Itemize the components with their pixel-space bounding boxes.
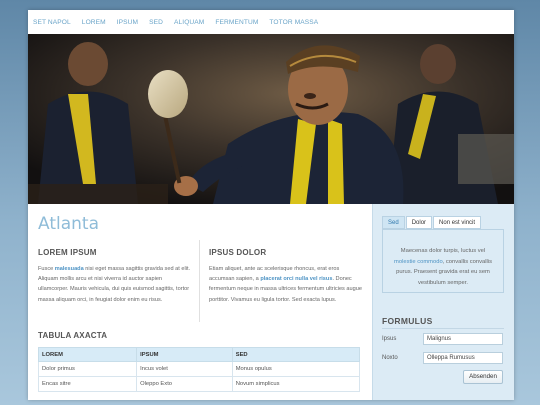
divider bbox=[382, 328, 504, 329]
column-heading-ipsus-dolor: IPSUS DOLOR bbox=[209, 248, 267, 257]
table-heading: TABULA AXACTA bbox=[38, 331, 108, 340]
table-cell: Encas sitre bbox=[37, 376, 138, 392]
tab-non-est-vincit[interactable]: Non est vincit bbox=[433, 216, 482, 229]
content-area: Atlanta LOREM IPSUM Fusce malesuada nisi… bbox=[28, 204, 514, 400]
table-cell: Dolor primus bbox=[37, 361, 138, 377]
link-molestie-commodo[interactable]: molestie commodo bbox=[394, 259, 443, 265]
nav-item-ipsum[interactable]: IPSUM bbox=[117, 19, 138, 26]
link-malesuada[interactable]: malesuada bbox=[55, 266, 84, 272]
nav-item-sed[interactable]: SED bbox=[149, 19, 163, 26]
table-cell: Monus opulus bbox=[231, 361, 361, 377]
column-heading-lorem-ipsum: LOREM IPSUM bbox=[38, 248, 97, 257]
table-header-row: LOREM IPSUM SED bbox=[37, 347, 361, 362]
hero-photo-musician bbox=[28, 34, 514, 204]
tab-bar: Sed Dolor Non est vincit bbox=[382, 216, 482, 229]
text-segment: Maecenas dolor turpis, luctus vel bbox=[400, 248, 486, 254]
table-header-cell: IPSUM bbox=[136, 347, 233, 362]
table-cell: Novum simplicus bbox=[231, 376, 361, 392]
table-row: Dolor primus Incus volet Monus opulus bbox=[37, 361, 361, 377]
field-label-noxto: Noxto bbox=[382, 355, 398, 361]
nav-item-totor-massa[interactable]: TOTOR MASSA bbox=[269, 19, 318, 26]
column-text-ipsus-dolor: Etiam aliquet, ante ac scelerisque rhonc… bbox=[209, 264, 362, 305]
nav-item-set-napol[interactable]: SET NAPOL bbox=[33, 19, 71, 26]
ipsus-input[interactable]: Malignus bbox=[423, 333, 503, 345]
main-column: Atlanta LOREM IPSUM Fusce malesuada nisi… bbox=[28, 204, 372, 400]
data-table: LOREM IPSUM SED Dolor primus Incus volet… bbox=[37, 347, 361, 392]
tab-dolor[interactable]: Dolor bbox=[405, 216, 433, 229]
table-header-cell: LOREM bbox=[37, 347, 138, 362]
table-cell: Incus volet bbox=[136, 361, 233, 377]
link-placerat[interactable]: placerat orci nulla vel risus bbox=[260, 276, 332, 282]
tab-sed[interactable]: Sed bbox=[382, 216, 405, 229]
table-cell: Oleppo Exto bbox=[136, 376, 233, 392]
top-navigation: SET NAPOL LOREM IPSUM SED ALIQUAM FERMEN… bbox=[28, 10, 514, 34]
noxto-input[interactable]: Olleppa Rumusus bbox=[423, 352, 503, 364]
tab-panel: Maecenas dolor turpis, luctus vel molest… bbox=[382, 229, 504, 293]
hero-image bbox=[28, 34, 514, 204]
sidebar: Sed Dolor Non est vincit Maecenas dolor … bbox=[372, 204, 514, 400]
submit-button[interactable]: Absenden bbox=[463, 370, 503, 384]
table-row: Encas sitre Oleppo Exto Novum simplicus bbox=[37, 376, 361, 392]
nav-item-aliquam[interactable]: ALIQUAM bbox=[174, 19, 204, 26]
nav-item-lorem[interactable]: LOREM bbox=[82, 19, 106, 26]
text-segment: Fusce bbox=[38, 266, 55, 272]
form-heading: FORMULUS bbox=[382, 316, 433, 326]
column-text-lorem-ipsum: Fusce malesuada nisi eget massa sagittis… bbox=[38, 264, 191, 305]
field-label-ipsus: Ipsus bbox=[382, 336, 397, 342]
page-container: SET NAPOL LOREM IPSUM SED ALIQUAM FERMEN… bbox=[28, 10, 514, 400]
column-divider bbox=[199, 240, 200, 322]
nav-item-fermentum[interactable]: FERMENTUM bbox=[215, 19, 258, 26]
table-header-cell: SED bbox=[231, 347, 361, 362]
page-title: Atlanta bbox=[38, 214, 99, 234]
